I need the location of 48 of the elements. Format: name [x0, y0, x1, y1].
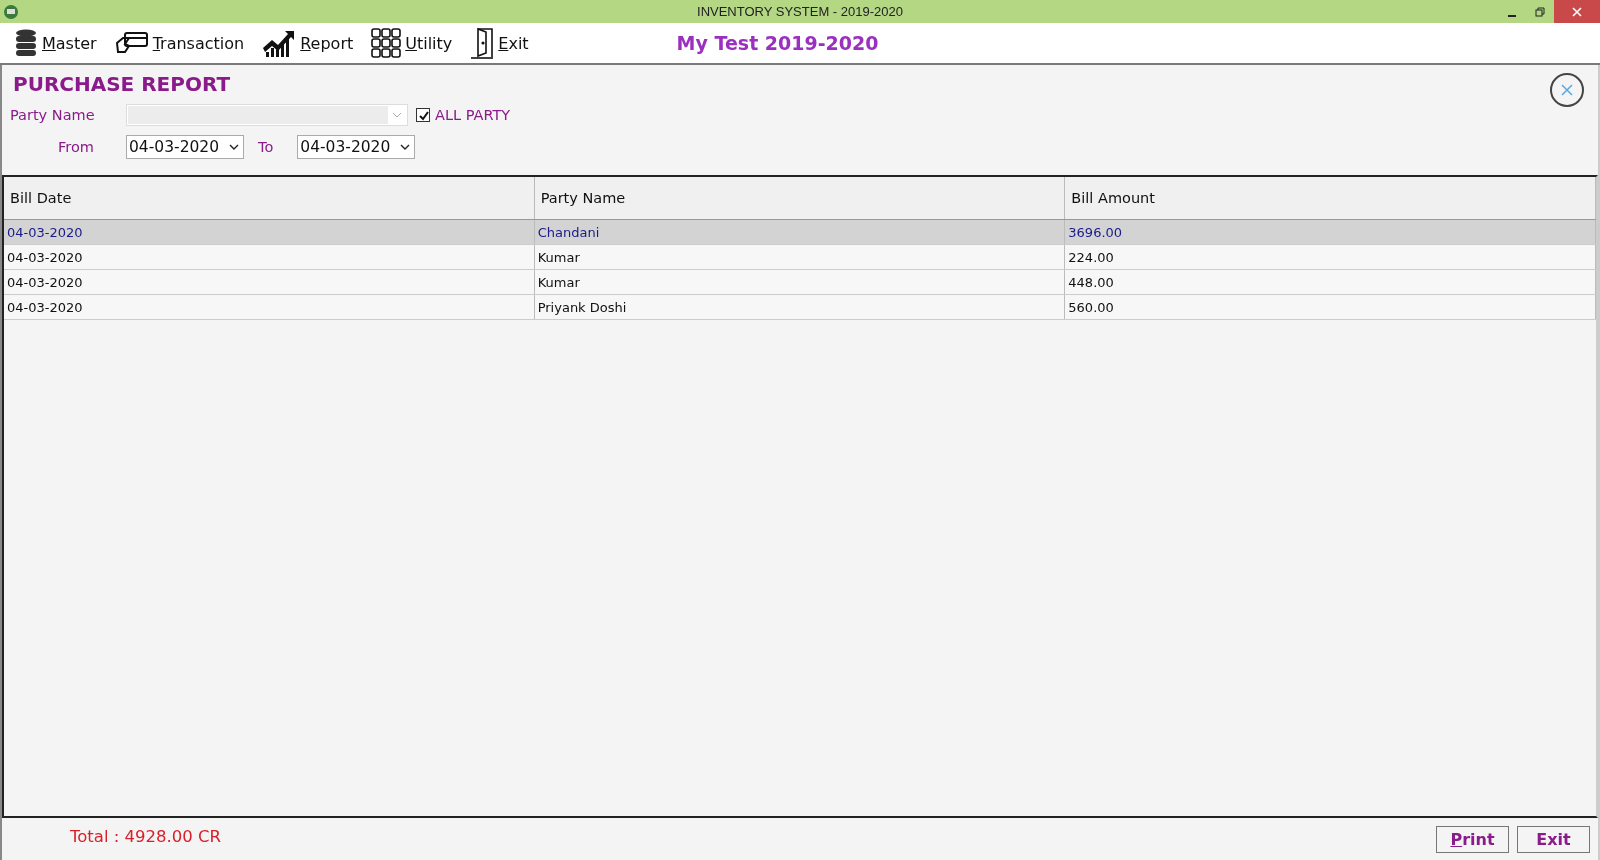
column-header[interactable]: Party Name — [534, 177, 1066, 219]
column-header[interactable]: Bill Date — [4, 177, 535, 219]
menu-item[interactable]: Transaction — [114, 31, 245, 55]
table-cell: Chandani — [537, 224, 600, 240]
action-button[interactable]: Exit — [1517, 825, 1590, 853]
database-icon — [14, 29, 38, 57]
table-cell: 560.00 — [1068, 299, 1114, 315]
chart-icon — [262, 28, 297, 58]
table-cell: 04-03-2020 — [7, 299, 83, 315]
door-icon — [470, 27, 495, 59]
close-icon — [1572, 6, 1582, 17]
table-row[interactable]: 04-03-2020 Kumar 448.00 — [4, 270, 1596, 295]
menu-item[interactable]: Exit — [470, 27, 529, 59]
company-name: My Test 2019-2020 — [676, 32, 879, 54]
action-button[interactable]: Print — [1436, 825, 1509, 853]
minimize-icon — [1508, 14, 1516, 17]
table-cell: 04-03-2020 — [7, 224, 83, 240]
to-date-picker[interactable]: 04-03-2020 — [297, 135, 416, 159]
report-title: PURCHASE REPORT — [12, 71, 232, 97]
table-cell: 448.00 — [1068, 274, 1114, 290]
from-date-picker[interactable]: 04-03-2020 — [126, 135, 244, 159]
table-cell: 3696.00 — [1068, 224, 1123, 240]
table-cell: Priyank Doshi — [537, 299, 627, 315]
table-cell: 04-03-2020 — [7, 274, 83, 290]
menu-item[interactable]: Master — [14, 29, 97, 57]
to-label: To — [258, 139, 274, 155]
all-party-checkbox[interactable]: ALL PARTY — [416, 107, 511, 123]
card-icon — [114, 31, 149, 55]
app-icon — [3, 3, 19, 20]
table-row[interactable]: 04-03-2020 Priyank Doshi 560.00 — [4, 295, 1596, 320]
party-name-label: Party Name — [10, 107, 96, 123]
table-cell: 04-03-2020 — [7, 249, 83, 265]
table-cell: Kumar — [537, 274, 580, 290]
check-icon — [417, 109, 429, 121]
restore-icon — [1535, 6, 1545, 17]
table-cell: Kumar — [537, 249, 580, 265]
grid-icon — [371, 28, 402, 58]
close-icon — [1561, 84, 1573, 96]
column-header[interactable]: Bill Amount — [1065, 177, 1596, 219]
total-amount: Total : 4928.00 CR — [70, 826, 222, 846]
table-row[interactable]: 04-03-2020 Chandani 3696.00 — [4, 220, 1596, 245]
table-row[interactable]: 04-03-2020 Kumar 224.00 — [4, 245, 1596, 270]
from-label: From — [57, 139, 95, 155]
window-title: INVENTORY SYSTEM - 2019-2020 — [697, 4, 903, 19]
table-cell: 224.00 — [1068, 249, 1114, 265]
menu-item[interactable]: Report — [262, 28, 354, 58]
close-button[interactable] — [1550, 73, 1584, 107]
menu-item[interactable]: Utility — [371, 28, 453, 58]
